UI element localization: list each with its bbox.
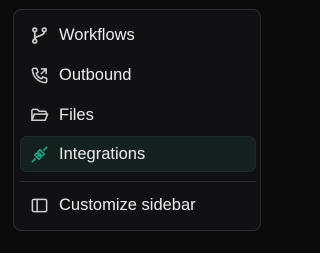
sidebar-panel-icon	[29, 195, 49, 215]
menu-item-label: Workflows	[59, 25, 135, 44]
menu-item-customize-sidebar[interactable]: Customize sidebar	[20, 187, 256, 223]
menu-item-workflows[interactable]: Workflows	[20, 17, 256, 53]
folder-open-icon	[29, 105, 49, 125]
menu-item-label: Outbound	[59, 65, 132, 84]
menu-item-label: Files	[59, 105, 94, 124]
menu-divider	[20, 181, 256, 182]
menu-item-files[interactable]: Files	[20, 97, 256, 133]
menu-item-label: Customize sidebar	[59, 195, 196, 214]
menu-item-label: Integrations	[59, 144, 146, 163]
plug-icon	[29, 144, 49, 164]
menu-item-outbound[interactable]: Outbound	[20, 57, 256, 93]
git-branch-icon	[29, 25, 49, 45]
menu-item-integrations[interactable]: Integrations	[20, 136, 256, 172]
sidebar-menu-panel: Workflows Outbound Files Integrations Cu…	[13, 9, 261, 231]
phone-outgoing-icon	[29, 65, 49, 85]
